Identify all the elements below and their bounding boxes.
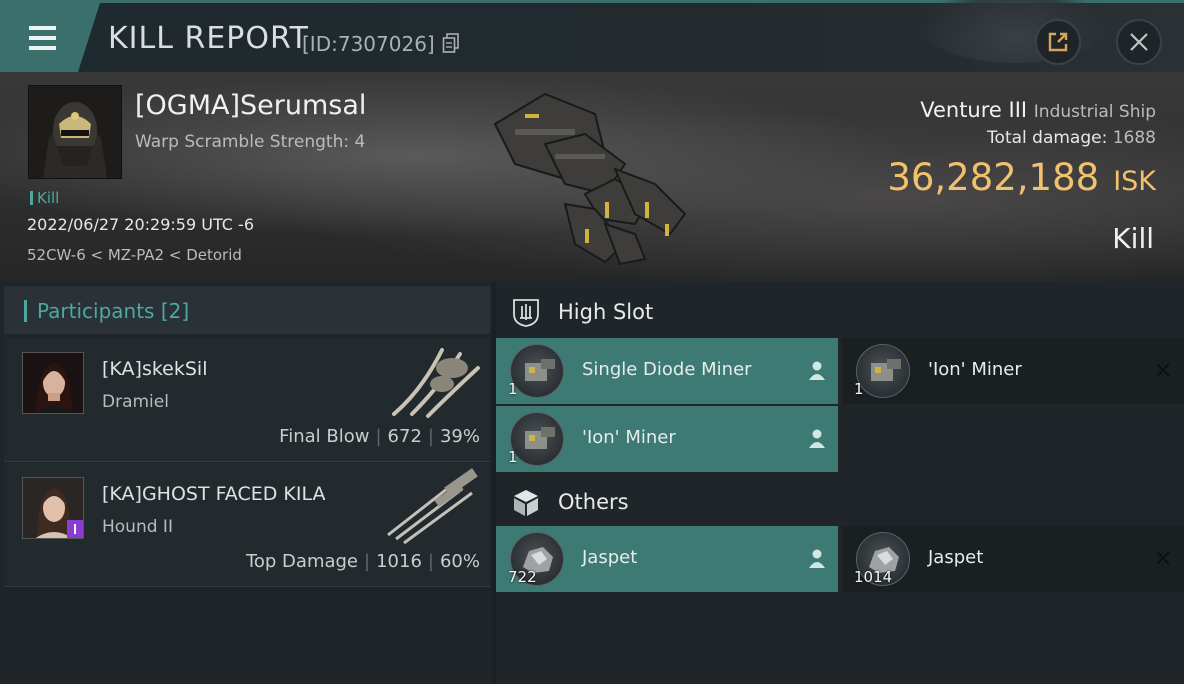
result-label: Kill: [1112, 222, 1154, 255]
title-bar: KILL REPORT [ID:7307026]: [0, 0, 1184, 72]
avatar[interactable]: [22, 352, 84, 414]
avatar[interactable]: [22, 477, 84, 539]
participant-ship[interactable]: Hound II: [102, 517, 173, 537]
miner-icon: [510, 412, 564, 466]
miner-icon: [510, 344, 564, 398]
page-title: KILL REPORT: [108, 21, 309, 56]
others-header: Others: [496, 474, 1184, 528]
helmet-portrait-image: [29, 86, 121, 178]
participant-stats: Top Damage | 1016 | 60%: [245, 551, 480, 572]
destroyed-icon: [1156, 363, 1170, 377]
participant-row[interactable]: [KA]GHOST FACED KILA Hound II Top Damage…: [4, 463, 490, 587]
participants-label: Participants [2]: [37, 299, 190, 323]
miner-icon: [856, 344, 910, 398]
cargo-item[interactable]: 1014 Jaspet: [842, 526, 1184, 592]
participants-header: Participants [2]: [4, 286, 490, 334]
kill-location[interactable]: 52CW-6 < MZ-PA2 < Detorid: [27, 246, 242, 264]
menu-button[interactable]: [0, 3, 100, 72]
high-slot-icon: [513, 299, 539, 327]
close-icon: [1130, 33, 1148, 51]
cargo-item[interactable]: 722 Jaspet: [496, 526, 838, 592]
victim-ship-name[interactable]: Venture III Industrial Ship: [920, 98, 1156, 122]
module-item[interactable]: 1 'Ion' Miner: [496, 406, 838, 472]
hound-ship-image[interactable]: [382, 465, 486, 547]
participant-stats: Final Blow | 672 | 39%: [279, 426, 480, 447]
total-damage: Total damage: 1688: [987, 128, 1156, 148]
cube-icon: [514, 490, 538, 516]
kill-id: [ID:7307026]: [302, 32, 435, 56]
warp-scramble-strength: Warp Scramble Strength: 4: [135, 132, 366, 152]
kill-datetime: 2022/06/27 20:29:59 UTC -6: [27, 215, 255, 234]
module-item[interactable]: 1 Single Diode Miner: [496, 338, 838, 404]
copy-icon[interactable]: [442, 33, 460, 53]
person-icon: [809, 549, 825, 568]
share-icon: [1048, 32, 1068, 52]
participants-panel: Participants [2] [KA]skekSil Dramiel Fin…: [0, 282, 492, 684]
participant-ship[interactable]: Dramiel: [102, 392, 169, 412]
person-icon: [809, 361, 825, 380]
victim-name[interactable]: [OGMA]Serumsal: [135, 90, 366, 121]
participant-row[interactable]: [KA]skekSil Dramiel Final Blow | 672 | 39%: [4, 338, 490, 462]
participant-name[interactable]: [KA]GHOST FACED KILA: [102, 483, 326, 505]
participant-name[interactable]: [KA]skekSil: [102, 358, 207, 380]
high-slot-header: High Slot: [496, 284, 1184, 338]
rank-badge-icon: [67, 520, 83, 538]
kill-tag: Kill: [30, 189, 59, 207]
person-icon: [809, 429, 825, 448]
fitting-panel: High Slot 1 Single Diode Miner 1 'Ion' M…: [496, 282, 1184, 684]
destroyed-icon: [1156, 551, 1170, 565]
victim-header: [OGMA]Serumsal Warp Scramble Strength: 4…: [0, 72, 1184, 282]
share-button[interactable]: [1035, 19, 1081, 65]
planet-backdrop: [920, 0, 1110, 63]
close-button[interactable]: [1116, 19, 1162, 65]
victim-portrait[interactable]: [28, 85, 122, 179]
isk-value: 36,282,188 ISK: [887, 156, 1156, 199]
dramiel-ship-image[interactable]: [382, 340, 486, 422]
victim-ship-image[interactable]: [485, 84, 700, 269]
module-item[interactable]: 1 'Ion' Miner: [842, 338, 1184, 404]
